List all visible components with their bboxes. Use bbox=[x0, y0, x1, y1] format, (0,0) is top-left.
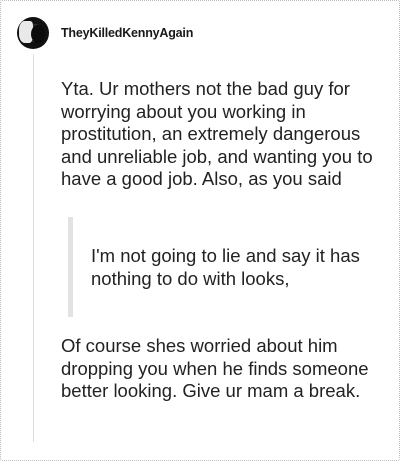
user-avatar[interactable] bbox=[17, 17, 49, 49]
username-link[interactable]: TheyKilledKennyAgain bbox=[61, 26, 193, 40]
comment-paragraph-2: Of course shes worried about him droppin… bbox=[61, 335, 369, 401]
thread-line[interactable] bbox=[33, 54, 34, 442]
comment-paragraph-1: Yta. Ur mothers not the bad guy for worr… bbox=[61, 78, 373, 189]
quote-bar bbox=[68, 217, 73, 317]
blockquote: I'm not going to lie and say it has noth… bbox=[68, 217, 368, 317]
comment-header: TheyKilledKennyAgain bbox=[17, 16, 193, 50]
quote-text: I'm not going to lie and say it has noth… bbox=[91, 245, 360, 289]
